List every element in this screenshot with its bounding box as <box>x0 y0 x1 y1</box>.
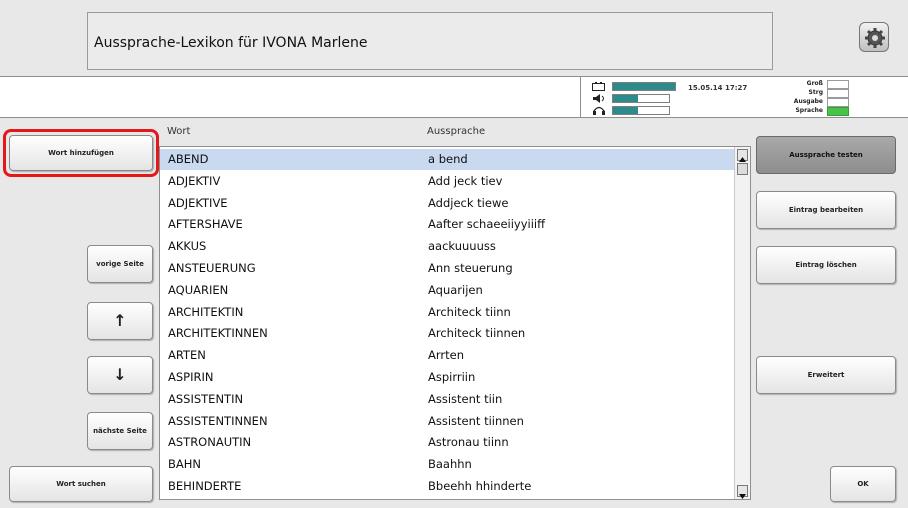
status-bar: 15.05.14 17:27 Groß Strg Ausgabe Sprache <box>0 76 908 118</box>
word-cell: ANSTEUERUNG <box>168 261 256 275</box>
ok-button[interactable]: OK <box>830 466 896 502</box>
flag-indicator-ausgabe <box>827 98 849 107</box>
word-cell: AKKUS <box>168 239 207 254</box>
word-cell: AQUARIEN <box>168 282 229 297</box>
flag-label-sprache: Sprache <box>795 107 823 114</box>
pronunciation-cell: Astronau tiinn <box>428 435 509 450</box>
battery-icon <box>592 82 605 91</box>
next-page-button[interactable]: nächste Seite <box>87 412 153 450</box>
pronunciation-cell: Add jeck tiev <box>428 173 503 188</box>
table-row[interactable]: AQUARIEN Aquarijen <box>160 280 734 301</box>
settings-button[interactable] <box>859 22 889 52</box>
battery-meter <box>612 82 676 91</box>
table-row[interactable]: ABEND a bend <box>160 149 734 170</box>
table-row[interactable]: ANSTEUERUNG Ann steuerung <box>160 258 734 279</box>
search-word-button[interactable]: Wort suchen <box>9 466 153 502</box>
edit-entry-button[interactable]: Eintrag bearbeiten <box>756 191 896 229</box>
table-row[interactable]: ASTRONAUTIN Astronau tiinn <box>160 432 734 453</box>
column-header-word: Wort <box>167 126 191 137</box>
scroll-down-button[interactable]: ↓ <box>87 356 153 394</box>
table-row[interactable]: ARCHITEKTIN Architeck tiinn <box>160 302 734 323</box>
word-cell: ASSISTENTIN <box>168 391 244 406</box>
scroll-up-button[interactable]: ↑ <box>87 302 153 340</box>
page-title: Aussprache-Lexikon für IVONA Marlene <box>87 12 773 70</box>
pronunciation-cell: Assistent tiinnen <box>428 413 524 428</box>
table-row[interactable]: BEHINDERTE Bbeehh hhinderte <box>160 476 734 497</box>
headphone-meter <box>612 106 670 115</box>
flag-label-ausgabe: Ausgabe <box>793 98 823 105</box>
arrow-down-icon: ↓ <box>113 365 127 384</box>
word-cell: ARTEN <box>168 348 206 363</box>
pronunciation-cell: Baahhn <box>428 457 472 472</box>
pronunciation-cell: Aquarijen <box>428 282 483 297</box>
datetime: 15.05.14 17:27 <box>688 84 748 92</box>
word-cell: ABEND <box>168 152 209 166</box>
pronunciation-cell: aackuuuuss <box>428 239 496 254</box>
pronunciation-cell: a bend <box>428 152 468 166</box>
table-row[interactable]: ARCHITEKTINNEN Architeck tiinnen <box>160 323 734 344</box>
gear-icon <box>865 28 885 48</box>
word-cell: AFTERSHAVE <box>168 217 243 232</box>
flag-indicator-gross <box>827 80 849 89</box>
table-row[interactable]: ARTEN Arrten <box>160 345 734 366</box>
pronunciation-cell: Assistent tiin <box>428 391 503 406</box>
scrollbar-down-button[interactable] <box>737 485 748 499</box>
scrollbar[interactable] <box>734 147 750 499</box>
table-row[interactable]: ASPIRIN Aspirriin <box>160 367 734 388</box>
flag-indicator-strg <box>827 89 849 98</box>
table-row[interactable]: BAHN Baahhn <box>160 454 734 475</box>
word-cell: ASPIRIN <box>168 370 214 384</box>
pronunciation-cell: Arrten <box>428 348 464 363</box>
speaker-icon <box>593 94 604 103</box>
test-pronunciation-button[interactable]: Aussprache testen <box>756 136 896 174</box>
table-row[interactable]: ADJEKTIV Add jeck tiev <box>160 171 734 192</box>
flag-label-strg: Strg <box>808 89 823 96</box>
table-row[interactable]: ASSISTENTIN Assistent tiin <box>160 389 734 410</box>
extended-button[interactable]: Erweitert <box>756 356 896 394</box>
highlight-ring <box>3 129 159 177</box>
flag-indicator-sprache <box>827 107 849 116</box>
lexicon-list[interactable]: ABEND a bend ADJEKTIV Add jeck tiev ADJEKTIV… <box>159 146 751 500</box>
word-cell: ASSISTENTINNEN <box>168 413 268 428</box>
word-cell: ASTRONAUTIN <box>168 435 252 450</box>
flag-label-gross: Groß <box>806 80 823 87</box>
volume-meter <box>612 94 670 103</box>
prev-page-button[interactable]: vorige Seite <box>87 245 153 283</box>
pronunciation-cell: Architeck tiinnen <box>428 326 526 341</box>
triangle-down-icon <box>739 494 746 499</box>
table-row[interactable]: ASSISTENTINNEN Assistent tiinnen <box>160 411 734 432</box>
word-cell: ARCHITEKTIN <box>168 304 244 319</box>
scrollbar-up-button[interactable] <box>737 149 748 162</box>
word-cell: BEHINDERTE <box>168 479 242 493</box>
pronunciation-cell: Ann steuerung <box>428 261 513 275</box>
pronunciation-cell: Aafter schaeeiiyyiiiff <box>428 217 546 232</box>
table-row[interactable]: ADJEKTIVE Addjeck tiewe <box>160 193 734 214</box>
pronunciation-cell: Aspirriin <box>428 370 476 384</box>
pronunciation-cell: Bbeehh hhinderte <box>428 479 532 493</box>
scrollbar-thumb[interactable] <box>737 163 748 175</box>
arrow-up-icon: ↑ <box>113 311 127 330</box>
word-cell: ARCHITEKTINNEN <box>168 326 268 341</box>
column-header-pronunciation: Aussprache <box>427 126 486 137</box>
table-row[interactable]: AKKUS aackuuuuss <box>160 236 734 257</box>
table-row[interactable]: AFTERSHAVE Aafter schaeeiiyyiiiff <box>160 214 734 235</box>
word-cell: BAHN <box>168 457 202 472</box>
divider <box>580 77 581 117</box>
delete-entry-button[interactable]: Eintrag löschen <box>756 246 896 284</box>
pronunciation-cell: Architeck tiinn <box>428 304 511 319</box>
pronunciation-cell: Addjeck tiewe <box>428 195 509 210</box>
word-cell: ADJEKTIVE <box>168 195 228 210</box>
headphone-icon <box>593 106 605 115</box>
word-cell: ADJEKTIV <box>168 173 221 188</box>
